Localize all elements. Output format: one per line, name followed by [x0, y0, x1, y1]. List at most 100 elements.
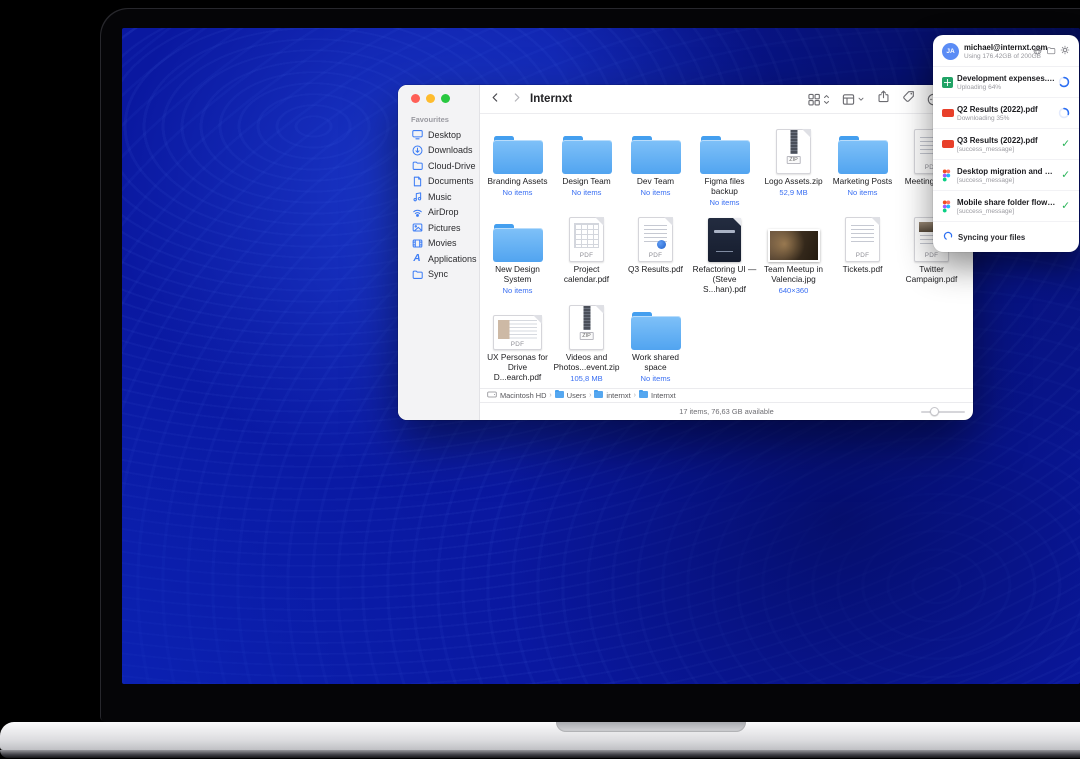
- share-button[interactable]: [877, 90, 890, 108]
- file-name: Refactoring UI — (Steve S...han).pdf: [692, 265, 758, 295]
- tag-button[interactable]: [902, 90, 915, 108]
- gear-icon[interactable]: [1060, 42, 1070, 60]
- file-meta: 640×360: [779, 286, 809, 295]
- file-meta: No items: [848, 188, 878, 197]
- sync-status-text: Syncing your files: [958, 233, 1025, 242]
- transfer-file-name: Desktop migration and onboardi...: [957, 167, 1056, 176]
- sidebar-item-pictures[interactable]: Pictures: [398, 220, 479, 236]
- transfer-row[interactable]: Q3 Results (2022).pdf [success_message] …: [933, 129, 1079, 160]
- file-grid-item[interactable]: Dev Team No items: [621, 127, 690, 215]
- file-grid-item[interactable]: Refactoring UI — (Steve S...han).pdf: [690, 215, 759, 303]
- file-name: Project calendar.pdf: [554, 265, 620, 285]
- file-grid-item[interactable]: Branding Assets No items: [483, 127, 552, 215]
- file-name: Videos and Photos...event.zip: [554, 353, 620, 373]
- transfer-status: [success_message]: [957, 208, 1056, 215]
- path-segment[interactable]: Macintosh HD: [487, 390, 546, 401]
- chevron-right-icon: ›: [589, 392, 591, 399]
- progress-ring-icon: [1058, 76, 1070, 88]
- pdf-landscape-icon: PDF: [493, 303, 542, 350]
- minimize-button[interactable]: [426, 94, 435, 103]
- folder-icon[interactable]: [1046, 42, 1056, 60]
- sidebar-item-desktop[interactable]: Desktop: [398, 127, 479, 143]
- transfer-row[interactable]: Mobile share folder flows.fig [success_m…: [933, 191, 1079, 222]
- file-grid-item[interactable]: Design Team No items: [552, 127, 621, 215]
- transfer-row[interactable]: Q2 Results (2022).pdf Downloading 35%: [933, 98, 1079, 129]
- file-meta: 105,8 MB: [570, 374, 603, 383]
- file-name: Q3 Results.pdf: [628, 265, 683, 275]
- figma-file-icon: [942, 200, 957, 213]
- storage-usage: Using 176.42GB of 200GB: [964, 53, 1033, 60]
- check-icon: ✓: [1061, 170, 1070, 181]
- path-segment[interactable]: internxt: [594, 391, 630, 400]
- folder-icon: [555, 391, 564, 400]
- globe-icon[interactable]: [1033, 42, 1042, 60]
- folder-icon: [411, 160, 423, 171]
- file-grid-item[interactable]: PDF Project calendar.pdf: [552, 215, 621, 303]
- file-grid-item[interactable]: Figma files backup No items: [690, 127, 759, 215]
- transfer-list: Development expenses.xlsx Uploading 64% …: [933, 67, 1079, 222]
- sync-spinner-icon: [943, 228, 953, 246]
- account-header: JA michael@internxt.com Using 176.42GB o…: [933, 35, 1079, 67]
- file-grid-item[interactable]: Team Meetup in Valencia.jpg 640×360: [759, 215, 828, 303]
- sidebar-item-sync[interactable]: Sync: [398, 267, 479, 283]
- sidebar-item-cloud-drive[interactable]: Cloud-Drive: [398, 158, 479, 174]
- back-button[interactable]: [490, 90, 501, 108]
- sidebar-item-music[interactable]: Music: [398, 189, 479, 205]
- chevron-right-icon: ›: [634, 392, 636, 399]
- sidebar-item-applications[interactable]: A Applications: [398, 251, 479, 267]
- sidebar-item-movies[interactable]: Movies: [398, 236, 479, 252]
- book-icon: [708, 215, 741, 262]
- folder-icon: [594, 391, 603, 400]
- folder-icon: [562, 127, 612, 174]
- figma-file-icon: [942, 169, 957, 182]
- view-switcher-button[interactable]: [808, 93, 830, 106]
- file-grid-item[interactable]: ZIP Logo Assets.zip 52,9 MB: [759, 127, 828, 215]
- slider-knob[interactable]: [930, 407, 939, 416]
- sidebar-item-airdrop[interactable]: AirDrop: [398, 205, 479, 221]
- zip-icon: ZIP: [569, 303, 604, 350]
- file-name: Team Meetup in Valencia.jpg: [761, 265, 827, 285]
- path-segment-label: Macintosh HD: [500, 391, 546, 400]
- file-grid-item[interactable]: ZIP Videos and Photos...event.zip 105,8 …: [552, 303, 621, 388]
- zoom-button[interactable]: [441, 94, 450, 103]
- file-grid-item[interactable]: Marketing Posts No items: [828, 127, 897, 215]
- sidebar-item-documents[interactable]: Documents: [398, 174, 479, 190]
- sync-status-footer: Syncing your files: [933, 222, 1079, 252]
- file-grid-item[interactable]: Work shared space No items: [621, 303, 690, 388]
- folder-icon: [493, 127, 543, 174]
- folder-icon: [493, 215, 543, 262]
- laptop-lid-notch: [556, 722, 746, 732]
- path-bar: Macintosh HD›Users›internxt›Internxt: [480, 388, 973, 402]
- sidebar-item-downloads[interactable]: Downloads: [398, 143, 479, 159]
- status-bar: 17 items, 76,63 GB available: [480, 402, 973, 420]
- file-grid-item[interactable]: New Design System No items: [483, 215, 552, 303]
- transfer-file-name: Q3 Results (2022).pdf: [957, 136, 1056, 145]
- pdf-file-icon: [942, 109, 957, 117]
- folder-icon: [631, 303, 681, 350]
- group-by-button[interactable]: [842, 93, 865, 106]
- folder-icon: [838, 127, 888, 174]
- file-name: Branding Assets: [488, 177, 548, 187]
- forward-button[interactable]: [511, 90, 522, 108]
- transfer-status: [success_message]: [957, 146, 1056, 153]
- transfer-row[interactable]: Desktop migration and onboardi... [succe…: [933, 160, 1079, 191]
- file-grid-item[interactable]: PDF UX Personas for Drive D...earch.pdf: [483, 303, 552, 388]
- path-segment[interactable]: Users: [555, 391, 586, 400]
- file-name: Figma files backup: [692, 177, 758, 197]
- avatar: JA: [942, 43, 959, 60]
- close-button[interactable]: [411, 94, 420, 103]
- transfer-file-name: Development expenses.xlsx: [957, 74, 1056, 83]
- file-grid-item[interactable]: PDF Q3 Results.pdf: [621, 215, 690, 303]
- path-segment-label: internxt: [606, 391, 630, 400]
- file-grid-item[interactable]: PDF Tickets.pdf: [828, 215, 897, 303]
- file-name: Twitter Campaign.pdf: [899, 265, 965, 285]
- path-segment[interactable]: Internxt: [639, 391, 676, 400]
- transfer-file-name: Mobile share folder flows.fig: [957, 198, 1056, 207]
- downloads-icon: [411, 145, 423, 156]
- transfer-row[interactable]: Development expenses.xlsx Uploading 64%: [933, 67, 1079, 98]
- file-name: Tickets.pdf: [843, 265, 883, 275]
- icon-size-slider[interactable]: [921, 408, 965, 416]
- sync-popover: JA michael@internxt.com Using 176.42GB o…: [933, 35, 1079, 252]
- finder-sidebar: Favourites Desktop Downloads Cloud-Drive…: [398, 85, 480, 420]
- applications-icon: A: [411, 254, 423, 264]
